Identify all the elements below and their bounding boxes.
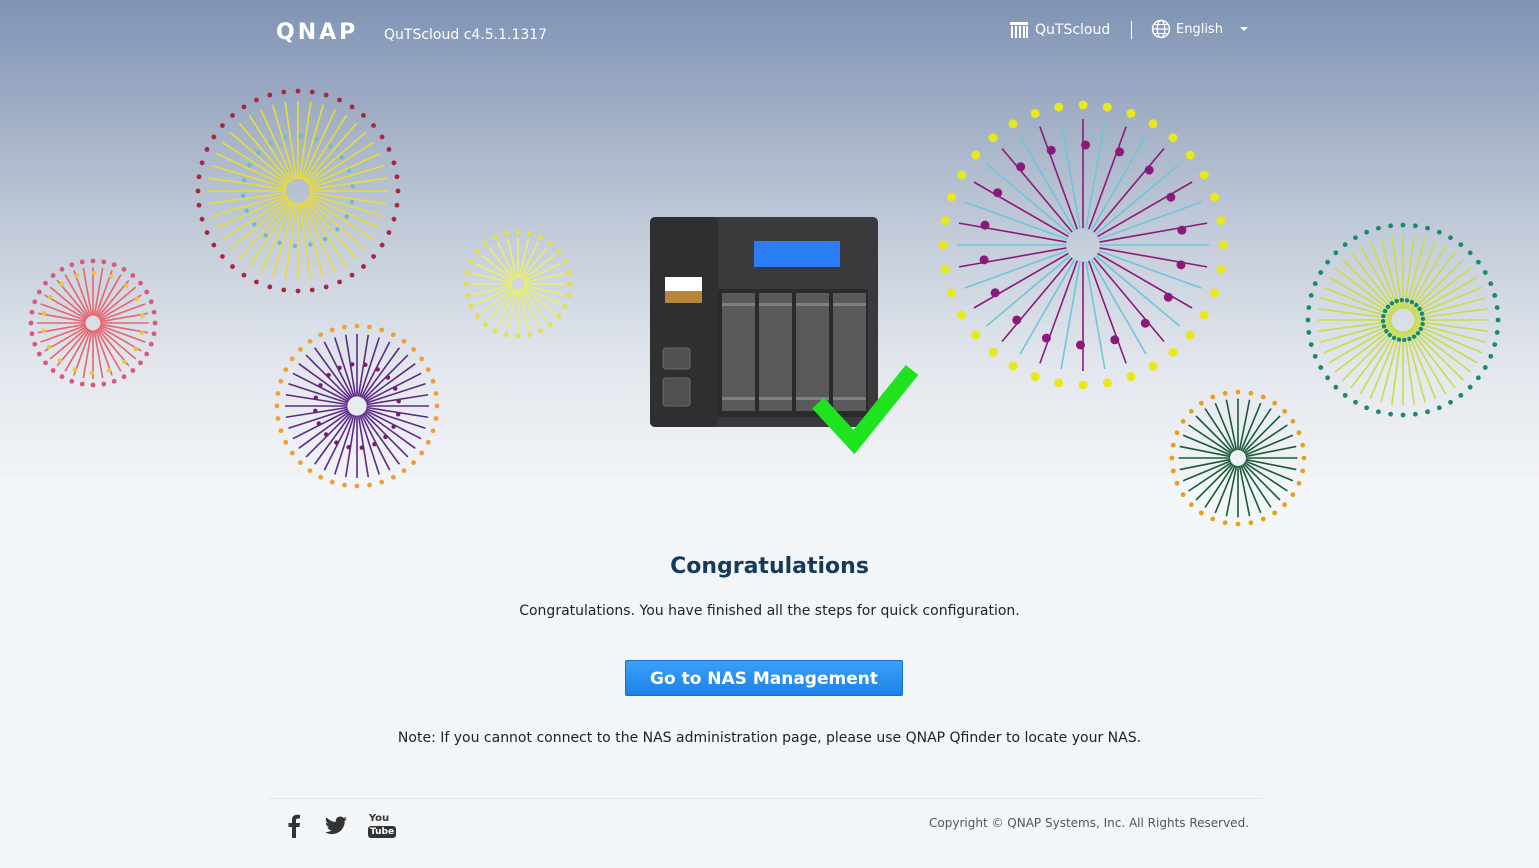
qutscloud-link[interactable]: QuTScloud — [1009, 20, 1110, 40]
language-selector[interactable]: English — [1151, 19, 1248, 39]
nas-screen — [754, 241, 840, 267]
copyright-text: Copyright © QNAP Systems, Inc. All Right… — [929, 816, 1249, 830]
firework-burst — [274, 323, 440, 489]
footer-divider — [268, 798, 1262, 799]
header-divider — [1131, 21, 1132, 39]
firework-burst — [463, 229, 573, 339]
qnap-logo: QNAP — [276, 20, 359, 45]
twitter-icon[interactable] — [324, 816, 348, 836]
youtube-text-bottom: Tube — [368, 826, 397, 838]
firework-burst — [28, 258, 158, 388]
language-label: English — [1176, 21, 1223, 37]
qutscloud-icon — [1010, 22, 1028, 38]
page-subtitle: Congratulations. You have finished all t… — [519, 603, 1020, 619]
firework-burst — [938, 100, 1228, 390]
nas-device-illustration — [650, 217, 919, 455]
qfinder-note: Note: If you cannot connect to the NAS a… — [397, 730, 1142, 746]
chevron-down-icon — [1239, 27, 1248, 31]
top-header: QNAP QuTScloud c4.5.1.1317 QuTScloud Eng… — [0, 0, 1539, 64]
firework-burst — [1305, 222, 1501, 418]
version-label: QuTScloud c4.5.1.1317 — [384, 27, 548, 43]
youtube-icon[interactable]: You Tube — [368, 813, 397, 838]
page-title: Congratulations — [670, 554, 869, 579]
go-to-nas-management-button[interactable]: Go to NAS Management — [625, 660, 903, 696]
youtube-text-top: You — [368, 813, 390, 824]
facebook-icon[interactable] — [286, 814, 302, 838]
firework-burst — [1169, 389, 1307, 527]
qutscloud-label: QuTScloud — [1035, 22, 1111, 38]
firework-burst — [195, 88, 401, 294]
globe-icon — [1151, 19, 1171, 39]
